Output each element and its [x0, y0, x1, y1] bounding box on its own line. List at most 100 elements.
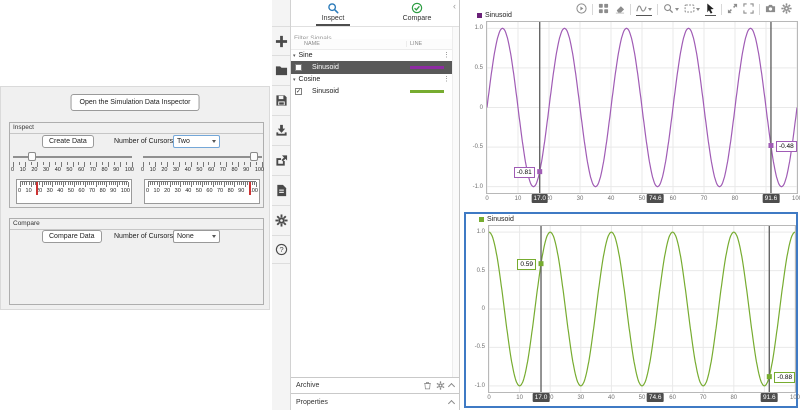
compare-cursors-label: Number of Cursors: [114, 233, 174, 240]
group-caret-icon[interactable]: ▾: [293, 53, 296, 59]
cursor-value-label[interactable]: -0.48: [775, 140, 797, 152]
preferences-button[interactable]: [272, 205, 290, 234]
export-button[interactable]: [272, 145, 290, 174]
help-icon: ?: [275, 243, 287, 256]
legend-swatch: [479, 217, 484, 222]
tab-compare-label: Compare: [402, 15, 432, 22]
y-axis-labels: 1.0 0.5 0 -0.5 -1.0: [464, 21, 486, 194]
y-tick-label: -0.5: [474, 344, 485, 351]
x-tick-label: 30: [577, 395, 585, 401]
x-tick-label: 50: [638, 196, 646, 202]
cursor-time-badge[interactable]: 91.6: [762, 194, 780, 203]
create-report-button[interactable]: [272, 175, 290, 204]
cursor1-gauge: 0 10 20 30 40 50 60 70 80 90 100: [16, 179, 132, 204]
plot-area[interactable]: 0.59 -0.88: [488, 225, 796, 393]
properties-bar[interactable]: Properties: [291, 393, 459, 410]
compare-cursors-value: None: [177, 233, 194, 240]
inspect-cursors-label: Number of Cursors: [114, 138, 174, 145]
compare-data-button[interactable]: Compare Data: [42, 230, 102, 243]
gauge-needle: [36, 182, 39, 195]
gauge-scale-labels: 0 10 20 30 40 50 60 70 80 90 100: [146, 188, 258, 194]
check-circle-icon: [411, 2, 423, 14]
y-tick-label: 0.5: [476, 267, 485, 274]
dropdown-caret-icon: [212, 235, 216, 238]
new-button[interactable]: [272, 26, 290, 55]
signal-checkbox[interactable]: [295, 64, 302, 71]
screen: Open the Simulation Data Inspector Inspe…: [0, 0, 800, 410]
group-caret-icon[interactable]: ▾: [293, 77, 296, 83]
line-style-swatch[interactable]: [410, 90, 444, 93]
group-row-cosine[interactable]: ▾ Cosine ⋮: [291, 74, 452, 85]
collapse-panel-icon[interactable]: ‹: [453, 1, 456, 11]
slider-thumb[interactable]: [249, 152, 258, 161]
group-name: Cosine: [298, 76, 321, 83]
y-tick-label: 0: [481, 306, 485, 312]
plot-area[interactable]: -0.81 -0.48: [486, 21, 798, 194]
report-document-icon: [276, 184, 286, 196]
cursor-time-badge[interactable]: 17.0: [532, 393, 550, 402]
y-tick-label: 0: [479, 104, 483, 111]
import-icon: [275, 124, 287, 136]
tab-inspect[interactable]: Inspect: [291, 0, 375, 26]
group-row-sine[interactable]: ▾ Sine ⋮: [291, 50, 452, 61]
y-axis-labels: 1.0 0.5 0 -0.5 -1.0: [466, 225, 488, 393]
help-button[interactable]: ?: [272, 235, 290, 264]
open-button[interactable]: [272, 55, 290, 84]
subplot-sine[interactable]: Sinusoid 1.0 0.5 0 -0.5 -1.0 -0.81 -0.48 0 10 2…: [464, 10, 800, 207]
cursor-value-label[interactable]: -0.81: [513, 166, 535, 178]
signal-row-cosine-sinusoid[interactable]: ✓ Sinusoid: [291, 85, 452, 98]
cursor-value-label[interactable]: -0.88: [774, 371, 796, 383]
legend: Sinusoid: [464, 10, 798, 21]
tab-compare[interactable]: Compare: [375, 0, 459, 26]
archive-bar[interactable]: Archive: [291, 377, 459, 393]
legend-label: Sinusoid: [485, 12, 512, 19]
gauge-ruler: [148, 181, 257, 187]
x-tick-label: 100: [791, 196, 800, 202]
inspect-cursors-dropdown[interactable]: Two: [173, 135, 220, 148]
gauge-scale-labels: 0 10 20 30 40 50 60 70 80 90 100: [18, 188, 130, 194]
slider-scale-labels: 0 10 20 30 40 50 60 70 80 90 100: [11, 167, 134, 173]
archive-label: Archive: [296, 382, 320, 389]
slider-thumb[interactable]: [27, 152, 36, 161]
line-style-swatch[interactable]: [410, 66, 444, 69]
gear-icon: [274, 213, 288, 227]
x-tick-label: 10: [514, 196, 522, 202]
x-tick-label: 0: [487, 395, 491, 401]
x-tick-label: 10: [516, 395, 523, 401]
x-tick-label: 30: [576, 196, 584, 202]
cursor-time-badge[interactable]: 91.6: [760, 393, 778, 402]
x-tick-label: 100: [789, 395, 800, 401]
signal-browser-panel: Inspect Compare ‹ NAME LINE ▾ Sine ⋮: [291, 0, 460, 410]
create-data-button[interactable]: Create Data: [42, 135, 94, 148]
open-sdi-button[interactable]: Open the Simulation Data Inspector: [70, 94, 200, 111]
subplot-cosine[interactable]: Sinusoid 1.0 0.5 0 -0.5 -1.0 0.59 -0.88 0 10 20…: [464, 212, 800, 408]
x-tick-label: 0: [485, 196, 489, 202]
slider-track[interactable]: [143, 156, 262, 158]
import-button[interactable]: [272, 115, 290, 144]
cursor-value-label[interactable]: 0.59: [517, 258, 537, 270]
compare-cursors-dropdown[interactable]: None: [173, 230, 220, 243]
cursor2-slider[interactable]: 0 10 20 30 40 50 60 70 80 90 100: [141, 152, 264, 174]
collapse-properties-icon[interactable]: [447, 399, 456, 407]
panel-scrollbar[interactable]: [452, 27, 459, 377]
cursor-demo-app-window: Open the Simulation Data Inspector Inspe…: [0, 86, 270, 310]
group-name: Sine: [298, 52, 313, 59]
save-button[interactable]: [272, 85, 290, 114]
row-options-icon[interactable]: ⋮: [443, 51, 450, 59]
signal-row-sine-sinusoid[interactable]: Sinusoid: [291, 61, 452, 74]
cursor-delta-badge: 74.6: [646, 393, 664, 402]
x-tick-label: 70: [700, 196, 708, 202]
x-tick-label: 80: [730, 395, 738, 401]
signal-name: Sinusoid: [312, 88, 339, 95]
cursor1-slider[interactable]: 0 10 20 30 40 50 60 70 80 90 100: [11, 152, 134, 174]
properties-label: Properties: [296, 398, 328, 406]
x-tick-label: 50: [638, 395, 646, 401]
signal-checkbox-checked[interactable]: ✓: [295, 88, 302, 95]
cursor2-gauge: 0 10 20 30 40 50 60 70 80 90 100: [144, 179, 260, 204]
trash-icon[interactable]: [423, 381, 432, 390]
cursor-time-badge[interactable]: 17.0: [531, 194, 549, 203]
row-options-icon[interactable]: ⋮: [443, 75, 450, 83]
collapse-archive-icon[interactable]: [447, 382, 456, 391]
legend-swatch: [477, 13, 482, 18]
archive-settings-gear-icon[interactable]: [436, 381, 445, 390]
